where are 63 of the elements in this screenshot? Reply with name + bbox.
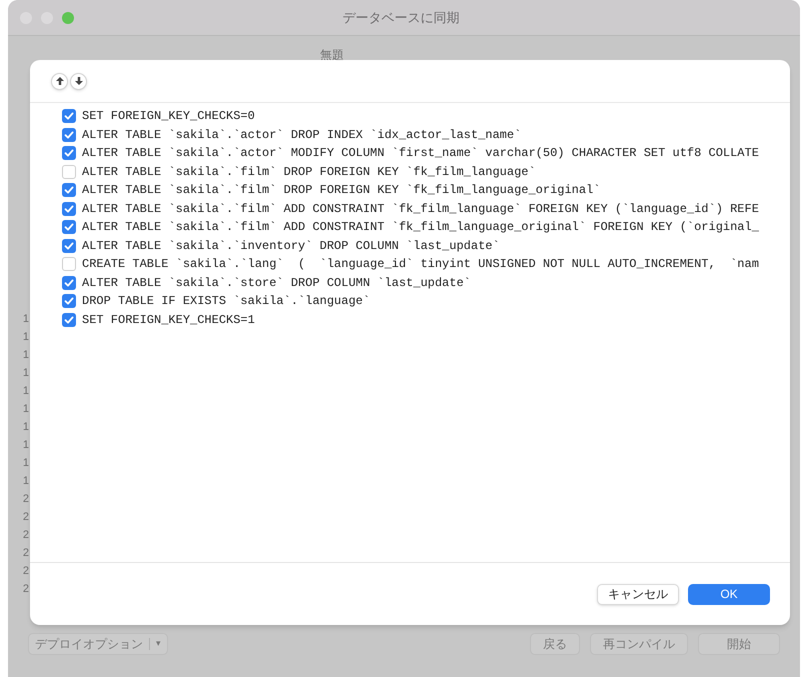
line-number: 2 xyxy=(22,582,29,597)
ok-button[interactable]: OK xyxy=(688,584,770,604)
footer-button[interactable]: 再コンパイル xyxy=(590,633,688,655)
footer-button[interactable]: 開始 xyxy=(698,633,780,655)
statement-checkbox[interactable] xyxy=(62,146,76,160)
deploy-options-label: デプロイオプション xyxy=(35,636,143,653)
sql-statement: ALTER TABLE `sakila`.`store` DROP COLUMN `last_update` xyxy=(82,274,471,292)
arrow-down-icon xyxy=(74,77,82,85)
sql-statement: DROP TABLE IF EXISTS `sakila`.`language` xyxy=(82,293,370,310)
line-number: 2 xyxy=(22,492,29,507)
sql-statement: SET FOREIGN_KEY_CHECKS=0 xyxy=(82,108,255,126)
cancel-button[interactable]: キャンセル xyxy=(597,584,679,604)
checkmark-icon xyxy=(64,130,74,140)
move-down-button[interactable] xyxy=(70,72,87,90)
statement-checkbox[interactable] xyxy=(62,294,76,308)
sql-statement: ALTER TABLE `sakila`.`film` ADD CONSTRAINT `fk_film_language` FOREIGN KEY (`language_id`) REFE xyxy=(82,200,759,218)
sql-statement: ALTER TABLE `sakila`.`film` DROP FOREIGN KEY `fk_film_language_original` xyxy=(82,182,600,200)
line-number: 1 xyxy=(22,420,29,435)
line-number: 1 xyxy=(22,456,29,471)
sql-statement: SET FOREIGN_KEY_CHECKS=1 xyxy=(82,312,255,329)
checkmark-icon xyxy=(64,278,74,288)
checkmark-icon xyxy=(64,296,74,306)
move-up-button[interactable] xyxy=(51,72,68,90)
arrow-up-icon xyxy=(56,77,64,85)
sql-statement: ALTER TABLE `sakila`.`inventory` DROP COLUMN `last_update` xyxy=(82,238,500,255)
deploy-options-button[interactable]: デプロイオプション ▾ xyxy=(28,633,168,655)
line-number: 2 xyxy=(22,528,29,543)
sql-statement: ALTER TABLE `sakila`.`film` ADD CONSTRAINT `fk_film_language_original` FOREIGN KEY (`original_ xyxy=(82,219,759,236)
footer-button[interactable]: 戻る xyxy=(530,633,580,655)
statement-checkbox[interactable] xyxy=(62,220,76,234)
checkmark-icon xyxy=(64,148,74,158)
line-number: 2 xyxy=(22,510,29,525)
line-number: 1 xyxy=(22,330,29,345)
statement-checkbox[interactable] xyxy=(62,128,76,142)
sql-statement: ALTER TABLE `sakila`.`actor` MODIFY COLUMN `first_name` varchar(50) CHARACTER SET utf8 COLLATE xyxy=(82,145,759,162)
checkmark-icon xyxy=(64,185,74,196)
statement-checkbox[interactable] xyxy=(62,202,76,216)
checkmark-icon xyxy=(64,222,74,232)
line-number: 1 xyxy=(22,366,29,381)
checkmark-icon xyxy=(64,240,74,251)
statement-checkbox[interactable] xyxy=(62,109,76,124)
line-number: 2 xyxy=(22,546,29,561)
line-number: 1 xyxy=(22,384,29,399)
sql-statement: ALTER TABLE `sakila`.`film` DROP FOREIGN KEY `fk_film_language` xyxy=(82,164,536,181)
line-number: 2 xyxy=(22,564,29,579)
statement-checkbox[interactable] xyxy=(62,312,76,327)
dropdown-arrow[interactable]: ▾ xyxy=(156,637,161,651)
window-title: データベースに同期 xyxy=(342,8,460,27)
line-number: 1 xyxy=(22,402,29,417)
sql-statement: ALTER TABLE `sakila`.`actor` DROP INDEX `idx_actor_last_name` xyxy=(82,126,522,144)
checkmark-icon xyxy=(64,204,74,214)
statement-checkbox[interactable] xyxy=(62,257,76,272)
line-number: 1 xyxy=(22,438,29,453)
line-number: 1 xyxy=(22,312,29,327)
statement-checkbox[interactable] xyxy=(62,238,76,253)
line-number: 1 xyxy=(22,474,29,489)
statement-checkbox[interactable] xyxy=(62,164,76,179)
line-number: 1 xyxy=(22,348,29,363)
sql-statement: CREATE TABLE `sakila`.`lang` ( `language_id` tinyint UNSIGNED NOT NULL AUTO_INCREMENT, `nam xyxy=(82,256,759,274)
checkmark-icon xyxy=(64,314,74,325)
statement-checkbox[interactable] xyxy=(62,183,76,198)
statement-checkbox[interactable] xyxy=(62,276,76,290)
checkmark-icon xyxy=(64,111,74,122)
